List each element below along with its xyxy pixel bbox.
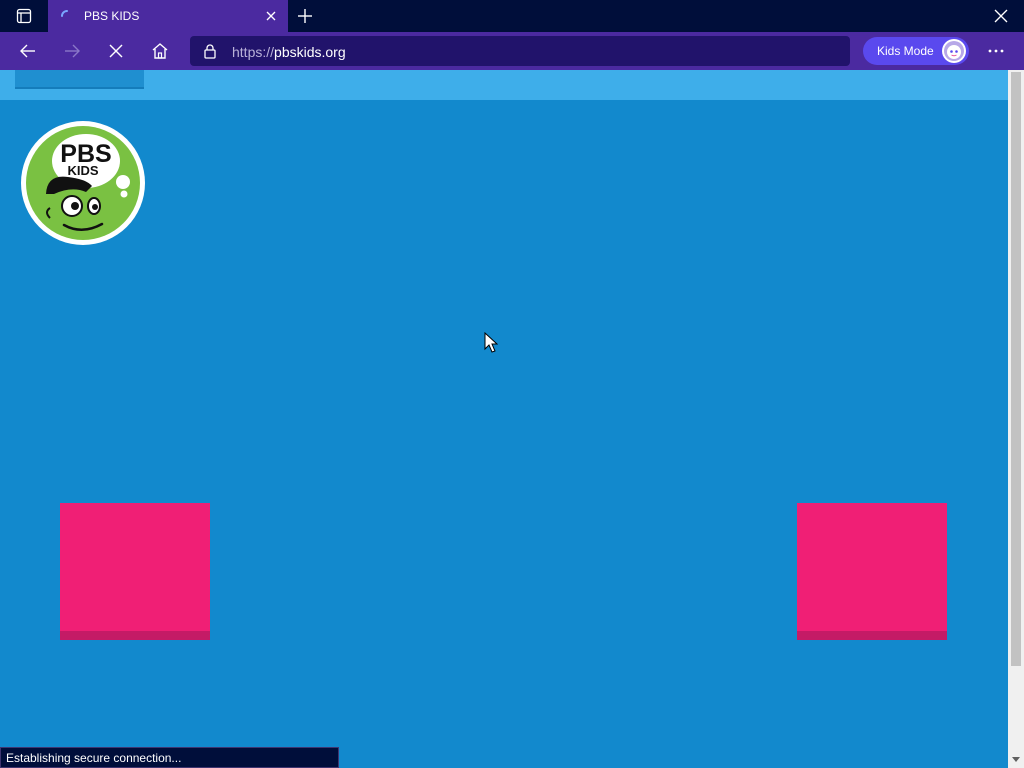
stop-loading-button[interactable] (101, 37, 131, 65)
tab-title: PBS KIDS (84, 9, 140, 23)
plus-icon (298, 9, 312, 23)
back-button[interactable] (13, 37, 43, 65)
home-icon (152, 43, 168, 59)
settings-and-more-button[interactable] (982, 37, 1010, 65)
pink-box-right[interactable] (797, 503, 947, 640)
kids-mode-avatar-icon (942, 39, 966, 63)
url-domain: pbskids.org (274, 44, 346, 60)
url-protocol: https:// (232, 44, 275, 60)
mouse-cursor-icon (484, 332, 498, 353)
forward-button[interactable] (57, 37, 87, 65)
address-url[interactable]: https://pbskids.org (232, 44, 346, 60)
loading-spinner-icon (61, 10, 68, 17)
lock-icon[interactable] (202, 43, 218, 59)
tab-pbs-kids[interactable]: PBS KIDS (48, 0, 288, 32)
kids-mode-label: Kids Mode (877, 44, 934, 58)
more-icon (988, 49, 1004, 53)
close-icon (994, 9, 1008, 23)
stop-icon (109, 44, 123, 58)
vertical-scrollbar[interactable] (1008, 70, 1024, 768)
pbs-kids-logo[interactable]: PBS KIDS (20, 120, 146, 246)
browser-toolbar: https://pbskids.org Kids Mode (0, 32, 1024, 70)
top-band-tab[interactable] (15, 70, 144, 89)
logo-text-kids: KIDS (67, 163, 98, 178)
arrow-right-icon (65, 44, 80, 58)
tab-strip: PBS KIDS (0, 0, 1024, 32)
tab-actions-button[interactable] (0, 0, 48, 32)
status-bar: Establishing secure connection... (0, 747, 339, 768)
pbs-kids-logo-icon: PBS KIDS (21, 121, 145, 245)
status-text: Establishing secure connection... (6, 751, 182, 765)
kids-mode-button[interactable]: Kids Mode (863, 37, 969, 65)
arrow-left-icon (20, 44, 35, 58)
window-close-button[interactable] (988, 4, 1014, 28)
new-tab-button[interactable] (292, 4, 318, 28)
home-button[interactable] (145, 37, 175, 65)
scrollbar-thumb[interactable] (1011, 72, 1021, 666)
scroll-down-arrow-icon[interactable] (1011, 754, 1021, 764)
address-bar[interactable]: https://pbskids.org (190, 36, 850, 66)
page-top-band (0, 70, 1008, 100)
tab-close-icon[interactable] (263, 8, 279, 24)
page-viewport: PBS KIDS (0, 70, 1008, 768)
tab-actions-icon (16, 8, 32, 24)
pink-box-left[interactable] (60, 503, 210, 640)
